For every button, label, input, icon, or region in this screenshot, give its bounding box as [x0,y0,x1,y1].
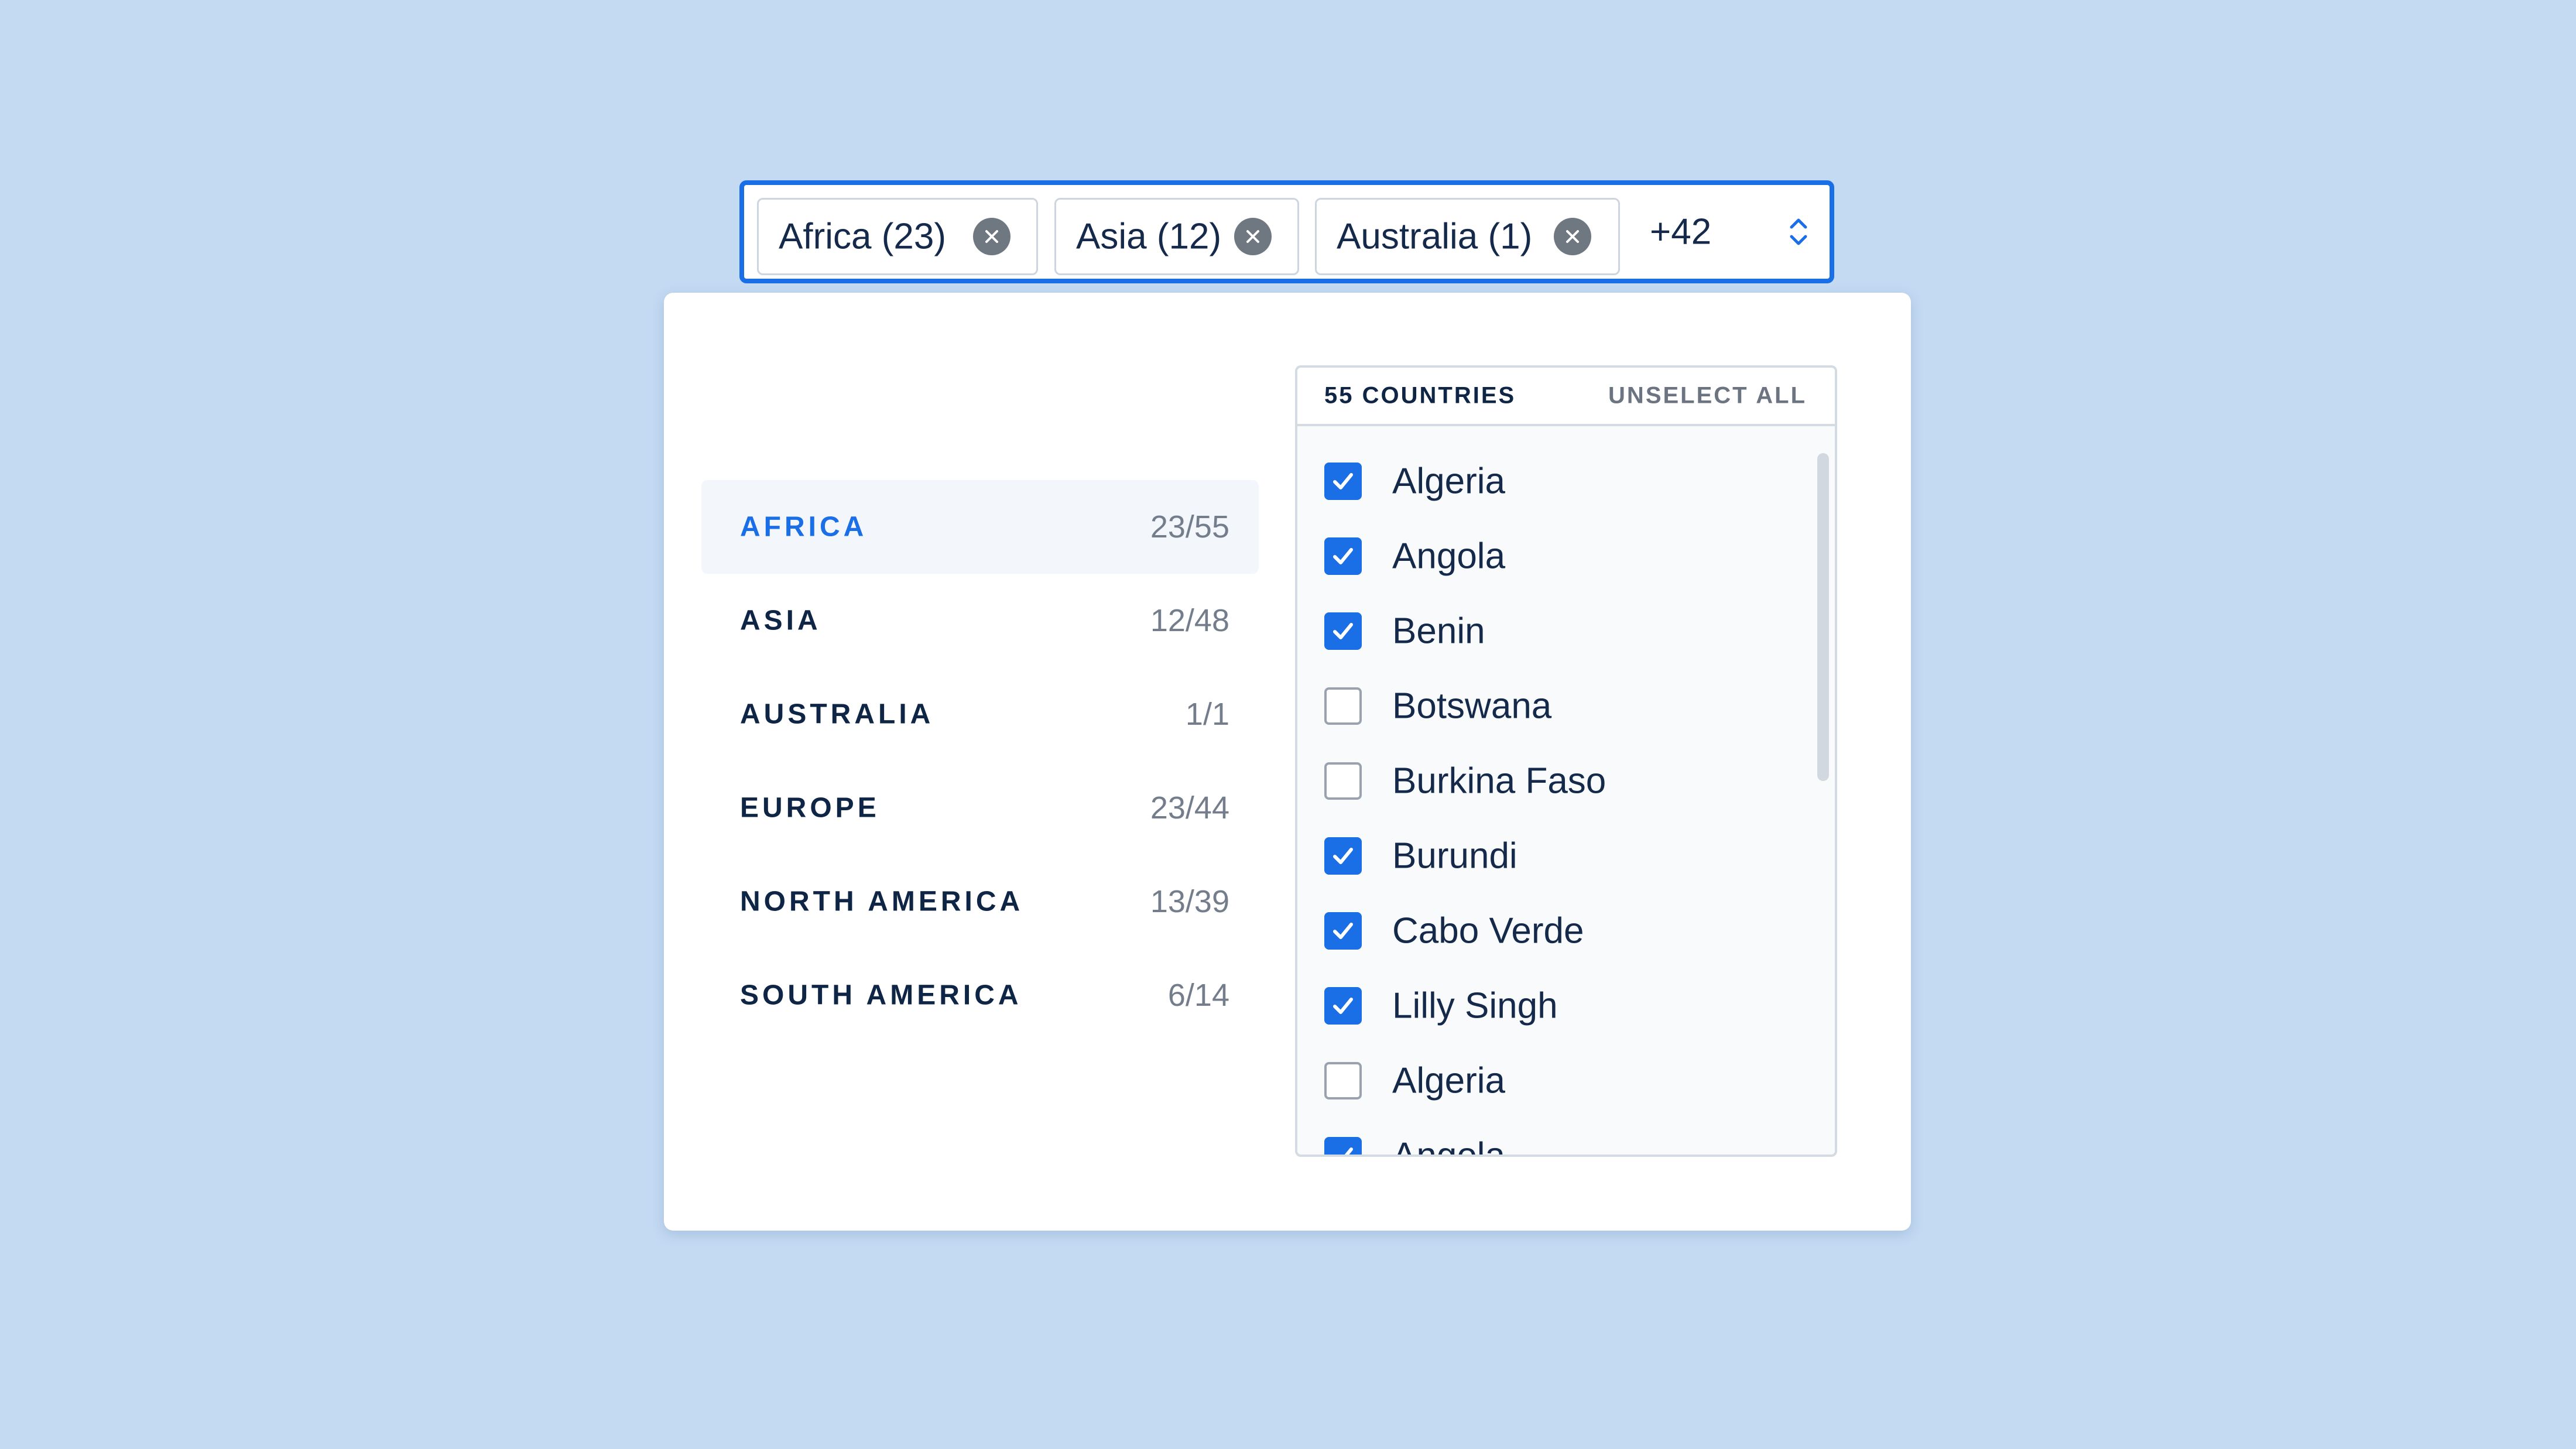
country-checkbox[interactable] [1324,987,1362,1025]
continent-item-asia[interactable]: ASIA 12/48 [701,574,1259,667]
continent-count: 23/55 [1150,509,1229,544]
country-list-header: 55 COUNTRIES UNSELECT ALL [1297,368,1835,426]
continent-count: 13/39 [1150,884,1229,919]
continent-name: SOUTH AMERICA [740,979,1022,1011]
country-checkbox[interactable] [1324,762,1362,800]
country-checkbox[interactable] [1324,837,1362,875]
country-name: Burundi [1392,835,1517,876]
country-name: Algeria [1392,461,1505,502]
country-row[interactable]: Burundi [1297,818,1835,893]
country-row[interactable]: Benin [1297,594,1835,669]
continent-item-australia[interactable]: AUSTRALIA 1/1 [701,667,1259,761]
country-name: Algeria [1392,1060,1505,1101]
country-name: Burkina Faso [1392,761,1606,801]
chip-asia[interactable]: Asia (12) [1054,198,1299,275]
dropdown-panel: AFRICA 23/55 ASIA 12/48 AUSTRALIA 1/1 EU… [664,293,1911,1231]
chevron-up-down-icon[interactable] [1787,213,1810,251]
scrollbar-thumb[interactable] [1817,453,1829,781]
country-name: Angola [1392,1135,1506,1157]
country-checkbox[interactable] [1324,612,1362,650]
country-row[interactable]: Algeria [1297,444,1835,519]
continent-item-africa[interactable]: AFRICA 23/55 [701,480,1259,574]
country-row[interactable]: Angola [1297,519,1835,594]
country-row[interactable]: Botswana [1297,669,1835,744]
country-name: Angola [1392,536,1506,577]
country-row[interactable]: Algeria [1297,1043,1835,1118]
chip-australia[interactable]: Australia (1) [1315,198,1620,275]
close-circle-icon[interactable] [1554,218,1591,255]
continent-count: 12/48 [1150,603,1229,638]
chip-label: Australia (1) [1337,216,1533,257]
countries-count: 55 COUNTRIES [1324,382,1516,409]
country-multiselect-field[interactable]: Africa (23) Asia (12) Australia (1) +42 [739,180,1834,283]
close-circle-icon[interactable] [973,218,1010,255]
country-name: Lilly Singh [1392,985,1558,1026]
continent-count: 1/1 [1185,697,1229,732]
continent-name: AFRICA [740,511,868,543]
country-checkbox[interactable] [1324,912,1362,950]
country-checkbox[interactable] [1324,537,1362,575]
unselect-all-button[interactable]: UNSELECT ALL [1608,383,1807,409]
country-checkbox[interactable] [1324,463,1362,500]
chip-africa[interactable]: Africa (23) [757,198,1038,275]
country-name: Cabo Verde [1392,910,1584,951]
close-circle-icon[interactable] [1234,218,1272,255]
continent-count: 6/14 [1167,978,1229,1013]
continent-name: NORTH AMERICA [740,886,1024,917]
continent-name: EUROPE [740,792,880,824]
chip-label: Africa (23) [779,216,946,257]
more-selected-count[interactable]: +42 [1650,211,1711,253]
country-checkbox[interactable] [1324,1062,1362,1099]
country-name: Benin [1392,611,1485,652]
country-list-box: 55 COUNTRIES UNSELECT ALL Algeria Angola B… [1295,365,1837,1157]
country-row[interactable]: Angola [1297,1118,1835,1157]
continent-list: AFRICA 23/55 ASIA 12/48 AUSTRALIA 1/1 EU… [701,480,1259,1042]
chip-label: Asia (12) [1076,216,1222,257]
continent-item-north-america[interactable]: NORTH AMERICA 13/39 [701,855,1259,948]
continent-name: ASIA [740,605,821,636]
country-checkbox[interactable] [1324,1137,1362,1155]
country-row[interactable]: Cabo Verde [1297,893,1835,968]
country-row[interactable]: Lilly Singh [1297,968,1835,1043]
continent-count: 23/44 [1150,790,1229,825]
country-name: Botswana [1392,686,1552,727]
country-row[interactable]: Burkina Faso [1297,744,1835,818]
continent-name: AUSTRALIA [740,698,934,730]
country-list: Algeria Angola Benin Botswana Burkina Faso Bu… [1297,429,1835,1157]
country-checkbox[interactable] [1324,687,1362,725]
continent-item-south-america[interactable]: SOUTH AMERICA 6/14 [701,948,1259,1042]
continent-item-europe[interactable]: EUROPE 23/44 [701,761,1259,855]
